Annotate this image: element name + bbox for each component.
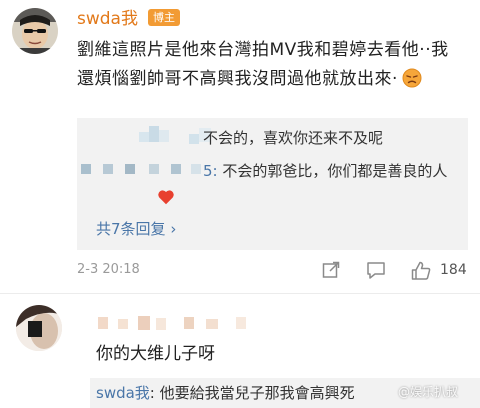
post-body: 劉維這照片是他來台灣拍MV我和碧婷去看他‧‧我還煩惱劉帥哥不高興我沒問過他就放出… — [77, 36, 457, 98]
watermark: @娱乐扒叔 — [398, 385, 459, 399]
reply-text: : 他要給我當兒子那我會高興死 — [149, 384, 355, 402]
reply-2-text: 不会的郭爸比，你们都是善良的人 — [222, 162, 448, 180]
like-count: 184 — [440, 262, 467, 278]
post-text: 劉維這照片是他來台灣拍MV我和碧婷去看他‧‧我還煩惱劉帥哥不高興我沒問過他就放出… — [77, 40, 449, 89]
reply-2-body: 5: 不会的郭爸比，你们都是善良的人 — [203, 159, 465, 184]
author-avatar[interactable] — [12, 8, 58, 54]
commenter-avatar[interactable] — [16, 305, 62, 351]
reply-author[interactable]: swda我 — [96, 384, 150, 402]
comment-icon[interactable] — [365, 260, 387, 280]
view-all-replies-label: 共7条回复 — [96, 220, 166, 238]
share-icon[interactable] — [321, 260, 341, 280]
thumbs-up-icon[interactable] — [410, 260, 432, 282]
author-badge: 博主 — [148, 9, 180, 26]
blurred-username — [98, 316, 246, 330]
post-date: 2-3 20:18 — [77, 262, 140, 277]
author-username[interactable]: swda我 — [77, 4, 138, 29]
unamused-face-icon — [402, 68, 422, 98]
comment-2-text: 你的大维儿子呀 — [96, 344, 215, 364]
chevron-right-icon: › — [170, 220, 177, 238]
reply-1-text: 不会的，喜欢你还来不及呢 — [203, 129, 384, 147]
post-meta-row: 2-3 20:18 184 — [0, 258, 480, 288]
view-all-replies-link[interactable]: 共7条回复 › — [96, 218, 176, 239]
comment-2-reply: swda我: 他要給我當兒子那我會高興死 — [96, 382, 355, 403]
red-heart-icon — [158, 190, 174, 205]
weibo-post: swda我 博主 劉維這照片是他來台灣拍MV我和碧婷去看他‧‧我還煩惱劉帥哥不高… — [0, 0, 480, 290]
comment-divider — [0, 293, 480, 294]
reply-2-username-suffix[interactable]: 5: — [203, 162, 218, 180]
blurred-username — [81, 164, 201, 174]
